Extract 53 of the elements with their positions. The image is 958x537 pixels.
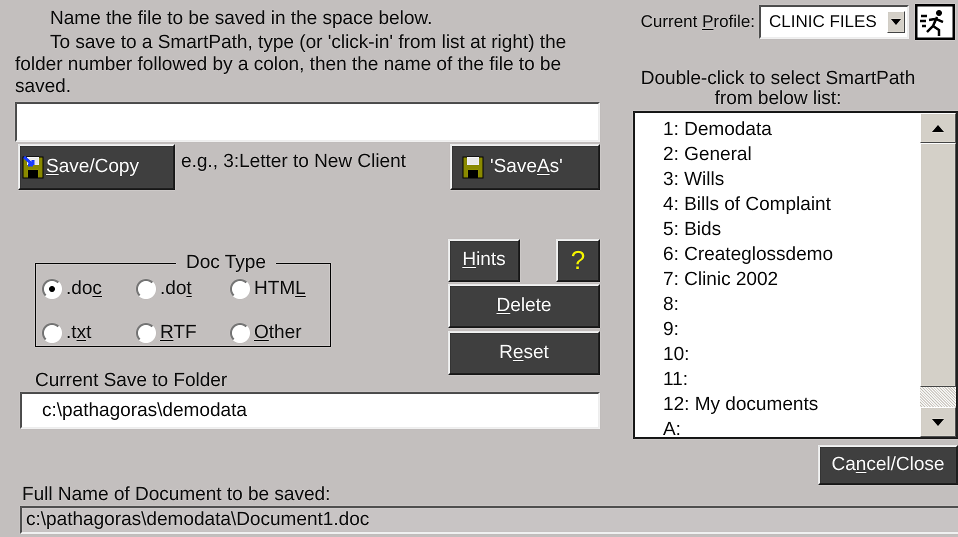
list-item[interactable]: 11: bbox=[635, 367, 920, 392]
list-item[interactable]: 3: Wills bbox=[635, 167, 920, 192]
profile-label: Current Profile: bbox=[640, 11, 755, 34]
scrollbar[interactable] bbox=[920, 113, 956, 437]
list-item[interactable]: 7: Clinic 2002 bbox=[635, 267, 920, 292]
radio-button[interactable] bbox=[136, 279, 156, 299]
radio-button[interactable] bbox=[230, 279, 250, 299]
radio-option[interactable]: .txt bbox=[42, 321, 136, 345]
radio-button[interactable] bbox=[230, 323, 250, 343]
list-item[interactable]: 10: bbox=[635, 342, 920, 367]
radio-option[interactable]: HTML bbox=[230, 277, 324, 301]
radio-option[interactable]: Other bbox=[230, 321, 324, 345]
list-item[interactable]: 8: bbox=[635, 292, 920, 317]
radio-button[interactable] bbox=[42, 323, 62, 343]
save-copy-button[interactable]: Save/Copy bbox=[18, 144, 175, 190]
radio-button[interactable] bbox=[42, 279, 62, 299]
example-hint: e.g., 3:Letter to New Client bbox=[181, 150, 407, 174]
save-copy-icon bbox=[22, 155, 44, 179]
save-as-button[interactable]: 'SaveAs' bbox=[450, 144, 600, 190]
radio-option[interactable]: .dot bbox=[136, 277, 230, 301]
reset-button[interactable]: Reset bbox=[448, 331, 600, 375]
delete-button[interactable]: Delete bbox=[448, 284, 600, 328]
smartpath-list[interactable]: 1: Demodata 2: General 3: Wills 4: Bills of Complaint 5: Bids 6: Createglossdemo 7: Clinic 2002 8: 9: 10: 11: 12: My documents A: bbox=[633, 111, 958, 439]
cancel-close-button[interactable]: Cancel/Close bbox=[818, 445, 958, 485]
instruction-text: Name the file to be saved in the space below. bbox=[49, 8, 434, 30]
list-item[interactable]: 9: bbox=[635, 317, 920, 342]
list-caption: Double-click to select SmartPath from below list: bbox=[640, 69, 916, 109]
help-button[interactable]: ? bbox=[556, 239, 600, 282]
field-label: Full Name of Document to be saved: bbox=[22, 485, 332, 505]
hints-button[interactable]: Hints bbox=[448, 239, 520, 282]
list-item[interactable]: A: bbox=[635, 417, 920, 442]
group-title: Doc Type bbox=[185, 255, 267, 271]
list-item[interactable]: 12: My documents bbox=[635, 392, 920, 417]
scroll-down-button[interactable] bbox=[920, 407, 956, 437]
file-name-field[interactable] bbox=[15, 102, 600, 142]
list-item[interactable]: 1: Demodata bbox=[635, 117, 920, 142]
list-item[interactable]: 6: Createglossdemo bbox=[635, 242, 920, 267]
running-figure-icon[interactable] bbox=[915, 4, 955, 40]
radio-button[interactable] bbox=[136, 323, 156, 343]
list-item[interactable]: 5: Bids bbox=[635, 217, 920, 242]
scroll-track[interactable] bbox=[920, 387, 956, 407]
list-item[interactable]: 2: General bbox=[635, 142, 920, 167]
radio-option[interactable]: RTF bbox=[136, 321, 230, 345]
field-label: Current Save to Folder bbox=[35, 371, 228, 391]
current-folder-field[interactable]: c:\pathagoras\demodata bbox=[20, 392, 600, 429]
up-arrow-icon bbox=[932, 124, 944, 132]
scroll-thumb[interactable] bbox=[920, 143, 956, 387]
list-item[interactable]: 4: Bills of Complaint bbox=[635, 192, 920, 217]
profile-dropdown[interactable]: CLINIC FILES bbox=[759, 5, 909, 39]
instruction-text: To save to a SmartPath, type (or 'click-in' from list at right) the folder number followed by a colon, then the name of the file to be saved. bbox=[15, 32, 568, 98]
radio-option[interactable]: .doc bbox=[42, 277, 136, 301]
full-name-field[interactable]: c:\pathagoras\demodata\Document1.doc bbox=[20, 506, 958, 534]
down-arrow-icon bbox=[932, 418, 944, 426]
